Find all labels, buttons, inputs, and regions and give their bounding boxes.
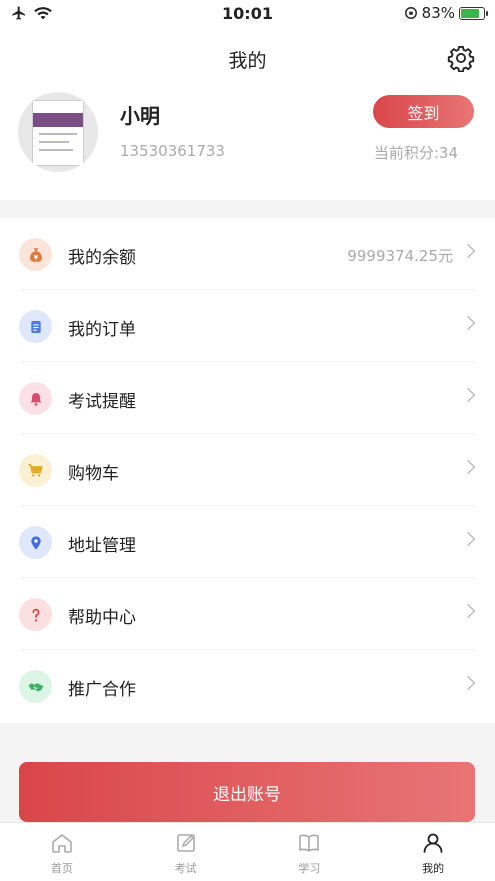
logout-button[interactable]: 退出账号	[19, 762, 475, 822]
chevron-right-icon	[460, 603, 476, 619]
menu-item-cart[interactable]: 购物车	[0, 434, 495, 506]
book-cover-band	[33, 113, 83, 127]
menu-item-label: 我的余额	[68, 248, 136, 268]
menu-item-address[interactable]: 地址管理	[0, 506, 495, 578]
book-cover-line	[39, 141, 69, 143]
menu-item-balance[interactable]: ¥ 我的余额 9999374.25元	[0, 218, 495, 290]
tab-label: 学习	[298, 862, 321, 875]
tab-label: 我的	[422, 862, 445, 875]
status-bar: 10:01 83%	[0, 0, 495, 28]
menu-item-promotion[interactable]: 推广合作	[0, 650, 495, 722]
book-cover-line	[39, 149, 73, 151]
exam-edit-icon	[176, 834, 195, 852]
question-icon	[19, 598, 52, 631]
menu-item-label: 考试提醒	[68, 392, 136, 412]
menu-item-label: 地址管理	[68, 536, 136, 556]
shopping-cart-icon	[19, 454, 52, 487]
handshake-icon	[19, 670, 52, 703]
phone-number: 13530361733	[120, 142, 225, 160]
avatar-book-image	[32, 100, 84, 166]
tab-home[interactable]: 首页	[0, 823, 124, 881]
tab-bar: 首页 考试 学习 我的	[0, 822, 495, 881]
gear-icon[interactable]	[447, 44, 475, 72]
avatar[interactable]	[18, 92, 98, 172]
battery-fill	[461, 8, 480, 18]
menu-list: ¥ 我的余额 9999374.25元 我的订单 考试提醒 购物车 地址管理 帮助…	[0, 218, 495, 723]
battery-cap	[486, 10, 488, 16]
chevron-right-icon	[460, 243, 476, 259]
status-right: 83%	[404, 4, 488, 22]
orientation-lock-icon	[404, 7, 417, 19]
profile-card: 小明 13530361733 签到 当前积分:34	[0, 90, 495, 200]
menu-item-label: 帮助中心	[68, 608, 136, 628]
menu-item-exam-reminder[interactable]: 考试提醒	[0, 362, 495, 434]
chevron-right-icon	[460, 675, 476, 691]
page-title: 我的	[228, 50, 267, 72]
tab-label: 考试	[174, 862, 197, 875]
checkin-button[interactable]: 签到	[373, 95, 474, 128]
home-icon	[52, 834, 72, 853]
location-pin-icon	[19, 526, 52, 559]
menu-item-label: 推广合作	[68, 680, 136, 700]
battery-icon	[459, 6, 488, 20]
menu-item-orders[interactable]: 我的订单	[0, 290, 495, 362]
user-icon	[423, 833, 443, 853]
tab-mine[interactable]: 我的	[371, 823, 495, 881]
points-label: 当前积分:34	[373, 144, 458, 162]
money-bag-icon: ¥	[19, 238, 52, 271]
nav-bar: 我的	[0, 28, 495, 90]
tab-exam[interactable]: 考试	[124, 823, 248, 881]
menu-item-label: 购物车	[68, 464, 119, 484]
tab-study[interactable]: 学习	[248, 823, 372, 881]
book-icon	[299, 834, 320, 852]
tab-label: 首页	[50, 862, 73, 875]
chevron-right-icon	[460, 459, 476, 475]
balance-value: 9999374.25元	[347, 247, 453, 265]
menu-item-help[interactable]: 帮助中心	[0, 578, 495, 650]
chevron-right-icon	[460, 387, 476, 403]
bell-icon	[19, 382, 52, 415]
order-document-icon	[19, 310, 52, 343]
username: 小明	[120, 104, 160, 128]
book-cover-line	[39, 133, 77, 135]
chevron-right-icon	[460, 531, 476, 547]
battery-percent: 83%	[421, 4, 455, 22]
menu-item-label: 我的订单	[68, 320, 136, 340]
chevron-right-icon	[460, 315, 476, 331]
